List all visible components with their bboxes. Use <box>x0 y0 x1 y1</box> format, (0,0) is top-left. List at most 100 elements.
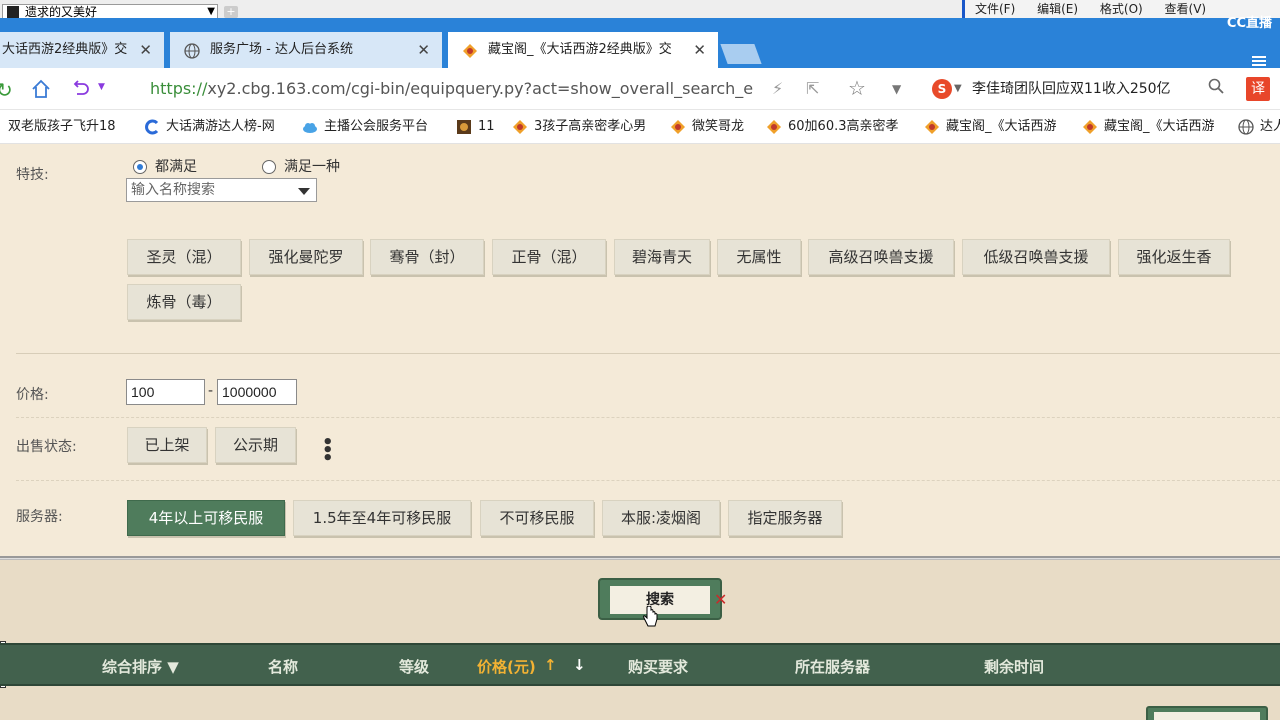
bookmark-item[interactable]: 大话满游达人榜-网 <box>144 118 275 136</box>
cbg-logo-icon <box>767 120 781 134</box>
tab-service-plaza[interactable]: 服务广场 - 达人后台系统 ✕ <box>170 32 442 68</box>
server-chip[interactable]: 1.5年至4年可移民服 <box>293 500 471 536</box>
server-chip-selected[interactable]: 4年以上可移民服 <box>127 500 285 536</box>
window-top-strip: 遗求的又美好 ▼ + 文件(F) 编辑(E) 格式(O) 查看(V) <box>0 0 1280 20</box>
skill-chip[interactable]: 碧海青天 <box>614 239 710 275</box>
skill-chip[interactable]: 圣灵（混） <box>127 239 241 275</box>
search-form: 特技: 都满足 满足一种 输入名称搜索 圣灵（混） 强化曼陀罗 骞骨（封） 正骨… <box>0 144 1280 556</box>
col-price[interactable]: 价格(元) <box>477 656 536 677</box>
translate-button[interactable]: 译 <box>1246 77 1270 101</box>
bookmark-item[interactable]: 达人 <box>1238 118 1280 136</box>
home-icon[interactable] <box>30 78 52 100</box>
skills-label: 特技: <box>16 167 49 183</box>
status-public-chip[interactable]: 公示期 <box>215 427 296 463</box>
tab-dahua-trade[interactable]: 大话西游2经典版》交 ✕ <box>0 32 164 68</box>
lightning-icon[interactable]: ⚡ <box>772 79 783 98</box>
bookmark-item[interactable]: 藏宝阁_《大话西游 <box>1082 118 1215 136</box>
tab-cangbaoge[interactable]: 藏宝阁_《大话西游2经典版》交 ✕ <box>448 32 718 68</box>
skill-chip[interactable]: 低级召唤兽支援 <box>962 239 1110 275</box>
tab-label: 藏宝阁_《大话西游2经典版》交 <box>488 42 672 57</box>
status-listed-chip[interactable]: 已上架 <box>127 427 207 463</box>
cbg-logo-icon <box>513 120 527 134</box>
more-vertical-icon[interactable]: • • • <box>322 434 334 468</box>
menu-edit[interactable]: 编辑(E) <box>1037 2 1078 16</box>
cbg-logo-icon <box>925 120 939 134</box>
close-icon[interactable]: ✕ <box>417 32 430 68</box>
col-remaining[interactable]: 剩余时间 <box>984 656 1044 677</box>
star-icon[interactable]: ☆ <box>848 76 866 100</box>
divider <box>16 353 1280 354</box>
close-icon[interactable]: ✕ <box>139 32 152 68</box>
server-chip[interactable]: 不可移民服 <box>480 500 594 536</box>
bookmark-item[interactable]: 3孩子高亲密孝心男 <box>512 118 646 136</box>
skill-chip[interactable]: 骞骨（封） <box>370 239 484 275</box>
reload-icon[interactable]: ↻ <box>0 78 13 102</box>
sort-dropdown[interactable]: 综合排序 ▼ <box>102 656 179 677</box>
bookmark-item[interactable]: 主播公会服务平台 <box>302 118 428 136</box>
globe-icon <box>184 43 200 59</box>
new-tab-button[interactable] <box>720 44 762 64</box>
chevron-down-icon <box>298 188 310 195</box>
server-label: 服务器: <box>16 509 63 525</box>
radio-any-match[interactable]: 满足一种 <box>262 159 340 175</box>
col-server: 所在服务器 <box>795 658 871 676</box>
skill-chip[interactable]: 正骨（混） <box>492 239 606 275</box>
menu-view[interactable]: 查看(V) <box>1165 2 1207 16</box>
close-icon[interactable]: ✕ <box>714 590 727 609</box>
menu-file[interactable]: 文件(F) <box>975 2 1015 16</box>
skill-chip[interactable]: 高级召唤兽支援 <box>808 239 954 275</box>
tab-label: 服务广场 - 达人后台系统 <box>210 42 353 57</box>
bookmark-item[interactable]: 60加60.3高亲密孝 <box>766 118 899 136</box>
pagination-button[interactable] <box>1146 706 1268 720</box>
bookmarks-bar: 双老版孩子飞升18 大话满游达人榜-网 主播公会服务平台 11 3孩子高亲密孝心… <box>0 110 1280 144</box>
cbg-logo-icon <box>671 120 685 134</box>
arrow-up-icon[interactable]: ↑ <box>544 656 557 674</box>
search-button[interactable]: 搜索 <box>598 578 722 620</box>
cloud-icon <box>303 123 317 133</box>
skill-chip[interactable]: 无属性 <box>717 239 801 275</box>
hand-cursor-icon <box>643 606 658 627</box>
chevron-down-icon[interactable]: ▼ <box>892 82 901 96</box>
globe-icon <box>1238 119 1254 135</box>
chevron-down-icon[interactable]: ▼ <box>98 82 105 92</box>
skill-chip[interactable]: 强化曼陀罗 <box>249 239 363 275</box>
cbg-logo-icon <box>463 44 477 58</box>
bookmark-item[interactable]: 藏宝阁_《大话西游 <box>924 118 1057 136</box>
window-title: 遗求的又美好 <box>25 5 98 19</box>
radio-all-match[interactable]: 都满足 <box>133 159 197 175</box>
search-button-label: 搜索 <box>610 586 710 614</box>
tab-label: 大话西游2经典版》交 <box>2 42 128 57</box>
bookmark-item[interactable]: 双老版孩子飞升18 <box>0 118 116 136</box>
price-label: 价格: <box>16 387 49 403</box>
search-icon[interactable] <box>1208 78 1224 94</box>
server-chip[interactable]: 本服:凌烟阁 <box>602 500 720 536</box>
results-header: 综合排序 ▼ 名称 等级 价格(元) ↑ ↓ 购买要求 所在服务器 剩余时间 <box>0 643 1280 686</box>
chevron-down-icon: ▼ <box>207 6 215 17</box>
sogou-icon: S <box>932 79 952 99</box>
server-chip[interactable]: 指定服务器 <box>728 500 842 536</box>
bookmark-item[interactable]: 11 <box>456 118 495 136</box>
divider <box>16 417 1280 418</box>
price-min-input[interactable] <box>126 379 205 405</box>
add-icon[interactable]: + <box>224 6 238 18</box>
col-level[interactable]: 等级 <box>399 656 429 677</box>
share-icon[interactable]: ⇱ <box>806 79 819 98</box>
menu-format[interactable]: 格式(O) <box>1100 2 1143 16</box>
skill-chip[interactable]: 炼骨（毒） <box>127 284 241 320</box>
news-ticker[interactable]: S ▼ 李佳琦团队回应双11收入250亿 <box>932 76 1171 102</box>
sale-status-label: 出售状态: <box>16 439 77 455</box>
url-field[interactable]: https://xy2.cbg.163.com/cgi-bin/equipque… <box>150 79 753 98</box>
divider <box>16 480 1280 481</box>
chevron-down-icon: ▼ <box>954 83 962 94</box>
arrow-down-icon[interactable]: ↓ <box>573 656 586 674</box>
price-max-input[interactable] <box>217 379 297 405</box>
undo-icon[interactable] <box>70 78 92 100</box>
skill-search-select[interactable]: 输入名称搜索 <box>126 178 317 202</box>
cbg-logo-icon <box>1083 120 1097 134</box>
bookmark-item[interactable]: 微笑哥龙 <box>670 118 744 136</box>
skill-chip[interactable]: 强化返生香 <box>1118 239 1230 275</box>
col-name: 名称 <box>268 658 299 676</box>
browser-menu-icon[interactable] <box>1252 56 1266 66</box>
close-icon[interactable]: ✕ <box>693 32 706 68</box>
price-separator: - <box>208 383 214 399</box>
